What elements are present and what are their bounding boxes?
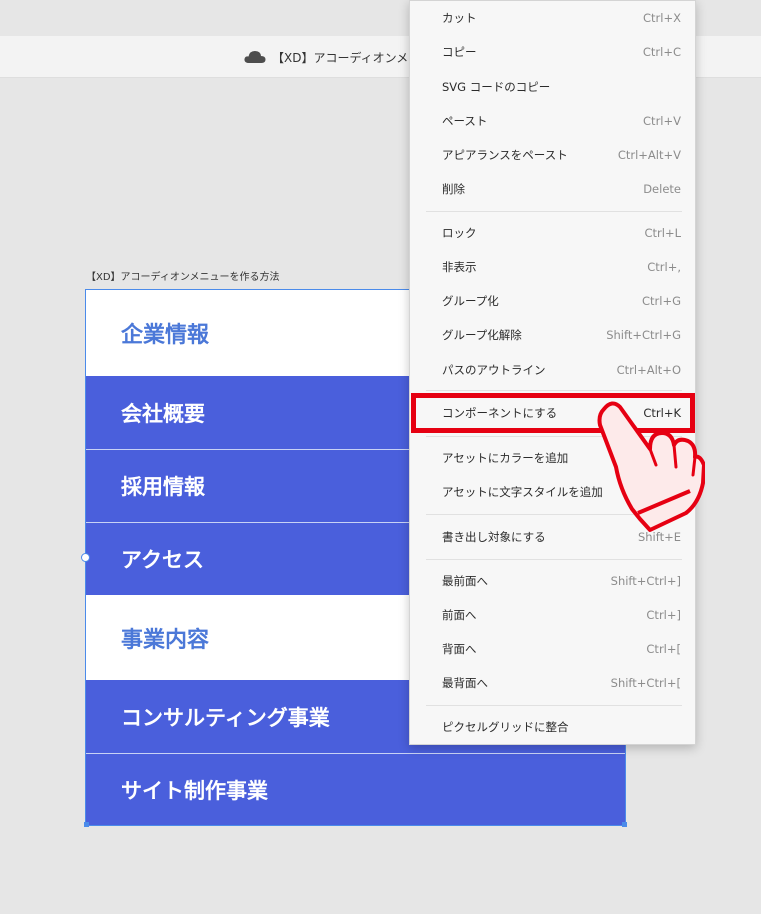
menu-item-shortcut: Ctrl+Alt+V xyxy=(617,148,681,162)
menu-item-bring-to-front[interactable]: 最前面へ Shift+Ctrl+] xyxy=(410,569,695,593)
menu-item-shortcut: Shift+Ctrl+G xyxy=(606,328,681,342)
menu-item-shortcut: Delete xyxy=(643,182,681,196)
menu-separator xyxy=(426,211,682,212)
menu-item-label: 前面へ xyxy=(442,608,477,622)
accordion-item-label: 会社概要 xyxy=(121,401,205,426)
menu-item-shortcut: Ctrl+Alt+O xyxy=(616,363,681,377)
menu-item-label: ピクセルグリッドに整合 xyxy=(442,720,569,734)
corner-handle[interactable] xyxy=(622,822,627,827)
menu-separator xyxy=(426,559,682,560)
accordion-header-label: 事業内容 xyxy=(121,627,210,653)
accordion-header-label: 企業情報 xyxy=(121,323,210,348)
menu-item-shortcut: Shift+Ctrl+] xyxy=(610,574,681,588)
accordion-item-label: 採用情報 xyxy=(121,475,205,499)
menu-item-send-backward[interactable]: 背面へ Ctrl+[ xyxy=(410,637,695,661)
menu-item-label: アピアランスをペースト xyxy=(442,148,568,162)
menu-item-label: アセットに文字スタイルを追加 xyxy=(442,485,603,499)
menu-item-label: パスのアウトライン xyxy=(442,363,546,377)
menu-item-bring-forward[interactable]: 前面へ Ctrl+] xyxy=(410,603,695,627)
menu-item-hide[interactable]: 非表示 Ctrl+, xyxy=(410,255,695,279)
menu-item-outline-path[interactable]: パスのアウトライン Ctrl+Alt+O xyxy=(410,358,695,382)
menu-item-paste-appearance[interactable]: アピアランスをペースト Ctrl+Alt+V xyxy=(410,143,695,167)
menu-item-copy-svg[interactable]: SVG コードのコピー xyxy=(410,75,695,99)
menu-item-shortcut: Ctrl+[ xyxy=(646,642,681,656)
accordion-item-label: コンサルティング事業 xyxy=(121,705,330,730)
context-menu: カット Ctrl+X コピー Ctrl+C SVG コードのコピー ペースト C… xyxy=(409,0,696,745)
cloud-icon xyxy=(244,51,266,63)
menu-item-label: コピー xyxy=(442,45,477,59)
menu-item-label: 削除 xyxy=(442,182,465,196)
hand-pointer-icon xyxy=(597,401,705,532)
menu-item-shortcut: Ctrl+V xyxy=(643,114,681,128)
menu-item-label: 非表示 xyxy=(442,260,477,274)
menu-item-label: ペースト xyxy=(442,114,488,128)
menu-item-label: 書き出し対象にする xyxy=(442,530,546,544)
menu-item-group[interactable]: グループ化 Ctrl+G xyxy=(410,289,695,313)
menu-item-delete[interactable]: 削除 Delete xyxy=(410,177,695,201)
menu-item-shortcut: Ctrl+, xyxy=(647,260,681,274)
accordion-item-site-production[interactable]: サイト制作事業 xyxy=(86,754,625,825)
menu-item-label: グループ化解除 xyxy=(442,328,522,342)
menu-item-shortcut: Ctrl+L xyxy=(644,226,681,240)
menu-item-paste[interactable]: ペースト Ctrl+V xyxy=(410,109,695,133)
menu-item-ungroup[interactable]: グループ化解除 Shift+Ctrl+G xyxy=(410,323,695,347)
menu-item-shortcut: Ctrl+X xyxy=(643,11,681,25)
menu-item-align-pixel-grid[interactable]: ピクセルグリッドに整合 xyxy=(410,715,695,739)
artboard-label[interactable]: 【XD】アコーディオンメニューを作る方法 xyxy=(86,268,280,283)
menu-item-copy[interactable]: コピー Ctrl+C xyxy=(410,40,695,64)
menu-item-shortcut: Ctrl+C xyxy=(642,45,681,59)
menu-item-label: 最前面へ xyxy=(442,574,488,588)
menu-item-shortcut: Ctrl+G xyxy=(641,294,681,308)
menu-item-label: アセットにカラーを追加 xyxy=(442,451,569,465)
menu-item-label: ロック xyxy=(442,226,477,240)
menu-item-lock[interactable]: ロック Ctrl+L xyxy=(410,221,695,245)
menu-item-label: SVG コードのコピー xyxy=(442,80,551,94)
selection-handle[interactable] xyxy=(81,553,90,562)
menu-item-send-to-back[interactable]: 最背面へ Shift+Ctrl+[ xyxy=(410,671,695,695)
accordion-item-label: アクセス xyxy=(121,548,204,572)
menu-item-cut[interactable]: カット Ctrl+X xyxy=(410,6,695,30)
menu-item-label: 背面へ xyxy=(442,642,477,656)
menu-separator xyxy=(426,705,682,706)
menu-item-shortcut: Ctrl+] xyxy=(646,608,681,622)
corner-handle[interactable] xyxy=(84,822,89,827)
menu-item-label: 最背面へ xyxy=(442,676,488,690)
accordion-item-label: サイト制作事業 xyxy=(121,778,268,803)
menu-item-label: グループ化 xyxy=(442,294,499,308)
menu-separator xyxy=(426,390,682,391)
menu-item-label: カット xyxy=(442,11,477,25)
menu-item-shortcut: Shift+Ctrl+[ xyxy=(610,676,681,690)
